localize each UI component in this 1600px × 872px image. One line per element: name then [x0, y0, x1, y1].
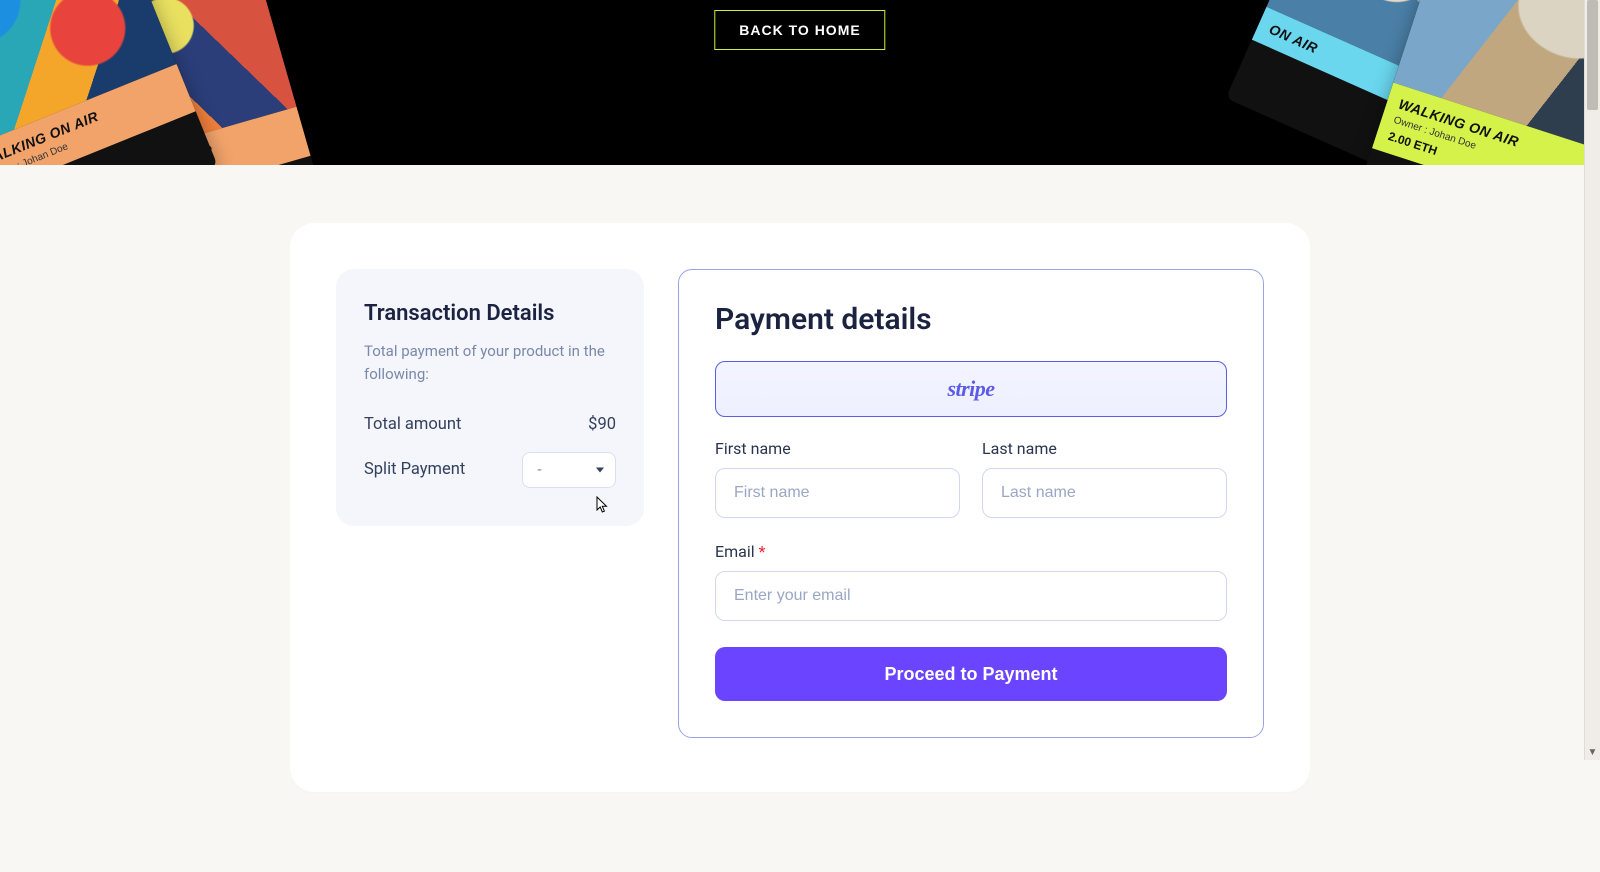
- total-amount-value: $90: [588, 415, 616, 434]
- email-label: Email*: [715, 542, 1227, 561]
- first-name-label: First name: [715, 439, 960, 458]
- required-mark: *: [759, 542, 766, 561]
- split-payment-select[interactable]: -: [522, 452, 616, 488]
- email-label-text: Email: [715, 542, 755, 561]
- back-to-home-button[interactable]: BACK TO HOME: [714, 10, 885, 50]
- transaction-details-card: Transaction Details Total payment of you…: [336, 269, 644, 526]
- email-input[interactable]: [715, 571, 1227, 621]
- scrollbar-thumb[interactable]: [1587, 0, 1598, 110]
- checkout-panel: Transaction Details Total payment of you…: [290, 223, 1310, 792]
- first-name-input[interactable]: [715, 468, 960, 518]
- scrollbar-track[interactable]: ▲ ▼: [1584, 0, 1600, 760]
- hero-banner: BACK TO HOME WALKING ON AIR Owner : Joha…: [0, 0, 1600, 165]
- transaction-heading: Transaction Details: [364, 301, 616, 326]
- stripe-button[interactable]: stripe: [715, 361, 1227, 417]
- page-body: Transaction Details Total payment of you…: [0, 165, 1600, 872]
- payment-heading: Payment details: [715, 302, 1227, 337]
- transaction-subtext: Total payment of your product in the fol…: [364, 340, 616, 387]
- split-payment-select-wrap: -: [522, 452, 616, 488]
- stripe-logo-text: stripe: [947, 376, 994, 402]
- last-name-label: Last name: [982, 439, 1227, 458]
- proceed-to-payment-button[interactable]: Proceed to Payment: [715, 647, 1227, 701]
- scrollbar-down-icon[interactable]: ▼: [1585, 744, 1600, 760]
- mouse-cursor-icon: [596, 496, 610, 518]
- last-name-input[interactable]: [982, 468, 1227, 518]
- total-amount-label: Total amount: [364, 415, 461, 434]
- split-payment-label: Split Payment: [364, 460, 465, 479]
- payment-details-card: Payment details stripe First name Last n…: [678, 269, 1264, 738]
